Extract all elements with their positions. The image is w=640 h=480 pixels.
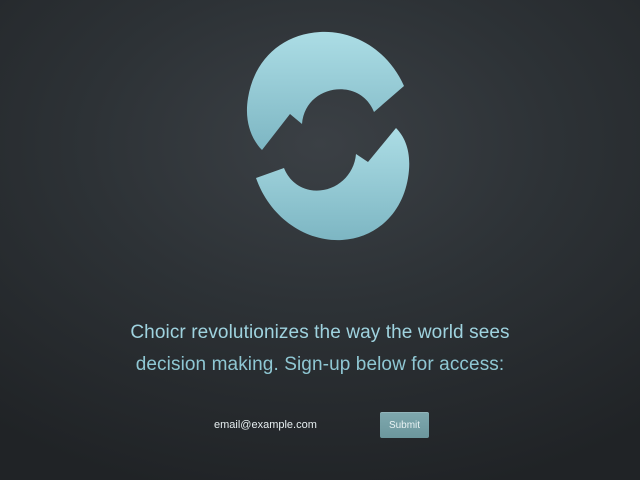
tagline: Choicr revolutionizes the way the world … — [0, 317, 640, 381]
submit-button[interactable]: Submit — [380, 412, 429, 438]
tagline-line-2: decision making. Sign-up below for acces… — [135, 354, 505, 375]
landing-page: Choicr revolutionizes the way the world … — [0, 0, 640, 480]
signup-form: Submit — [0, 411, 640, 439]
logo-lower-arc — [256, 128, 410, 241]
tagline-line-1: Choicr revolutionizes the way the world … — [130, 322, 510, 343]
logo-upper-arc — [246, 31, 404, 150]
email-field[interactable] — [196, 413, 366, 437]
circular-arrows-icon — [246, 31, 410, 241]
